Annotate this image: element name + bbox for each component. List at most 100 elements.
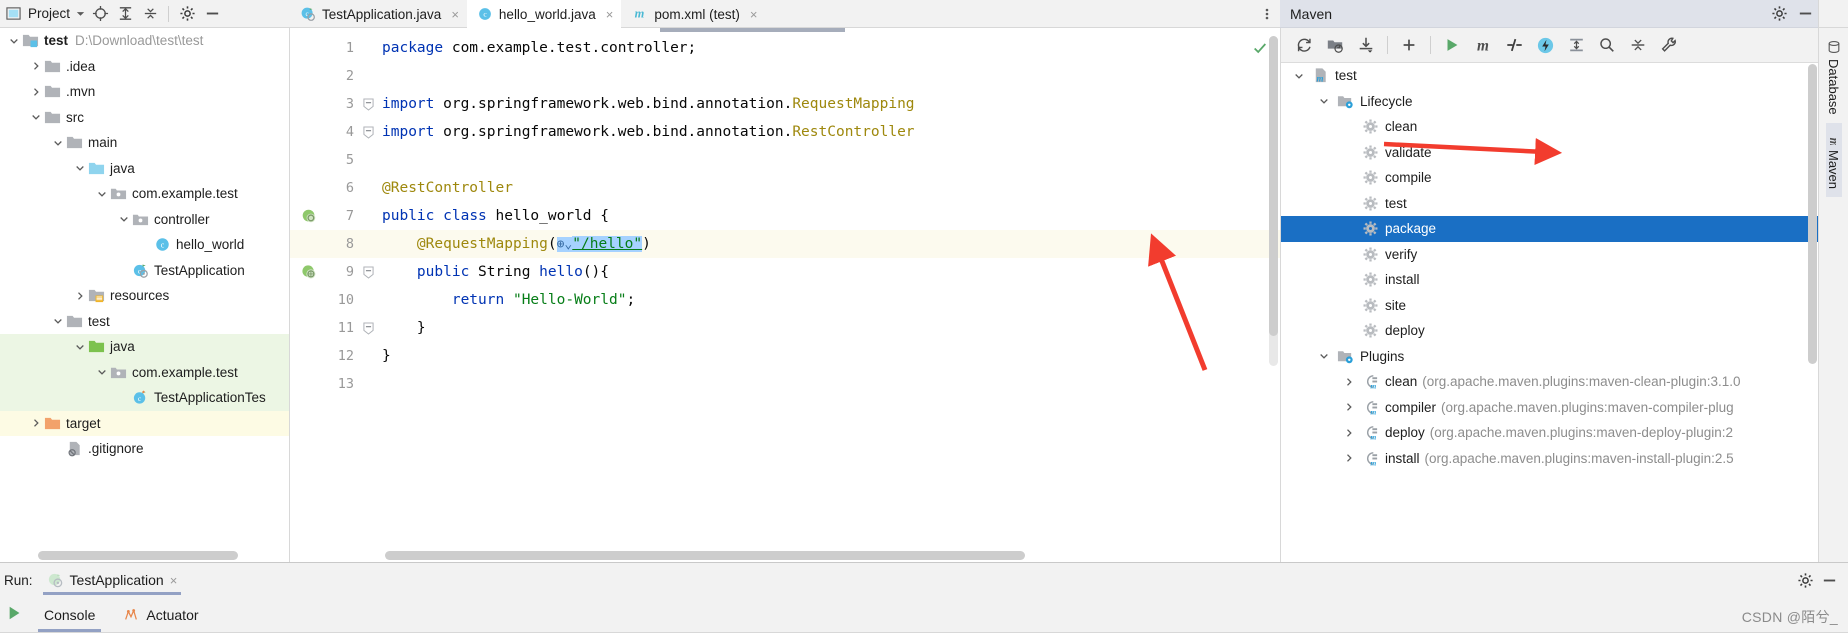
- rail-item-maven[interactable]: m Maven: [1825, 122, 1842, 197]
- project-tree-panel[interactable]: test D:\Download\test\test .idea .mvn src mai…: [0, 28, 290, 562]
- editor-vertical-scrollbar[interactable]: [1269, 36, 1278, 336]
- editor-tab-testapplication[interactable]: c TestApplication.java ×: [290, 0, 467, 28]
- download-sources-icon[interactable]: [1351, 31, 1381, 59]
- fold-minus-icon[interactable]: [354, 125, 382, 139]
- maven-tree-item[interactable]: verify: [1281, 242, 1818, 268]
- maven-tree-item[interactable]: m test: [1281, 63, 1818, 89]
- expand-all-icon[interactable]: [114, 3, 136, 25]
- minimize-icon[interactable]: [1818, 569, 1840, 591]
- spring-url-icon[interactable]: [298, 264, 320, 281]
- chevron-down-icon[interactable]: [28, 112, 43, 122]
- chevron-right-icon[interactable]: [28, 87, 43, 97]
- maven-tree-item[interactable]: test: [1281, 191, 1818, 217]
- chevron-down-icon[interactable]: [50, 316, 65, 326]
- code-line[interactable]: 5: [290, 146, 1280, 174]
- maven-tree-item[interactable]: clean: [1281, 114, 1818, 140]
- project-tree-item[interactable]: java: [0, 156, 289, 182]
- project-tree-item[interactable]: c TestApplication: [0, 258, 289, 284]
- fold-minus-icon[interactable]: [354, 265, 382, 279]
- chevron-down-icon[interactable]: [6, 36, 21, 46]
- project-tree-item[interactable]: main: [0, 130, 289, 156]
- code-line[interactable]: 9 public String hello(){: [290, 258, 1280, 286]
- project-tree-item[interactable]: c hello_world: [0, 232, 289, 258]
- expand-collapse-icon[interactable]: [1561, 31, 1591, 59]
- maven-tree-item[interactable]: m deploy (org.apache.maven.plugins:maven-d…: [1281, 420, 1818, 446]
- maven-tree-item[interactable]: m clean (org.apache.maven.plugins:maven-cl…: [1281, 369, 1818, 395]
- chevron-right-icon[interactable]: [28, 418, 43, 428]
- maven-m-icon[interactable]: m: [1468, 31, 1498, 59]
- code-line[interactable]: 13: [290, 370, 1280, 398]
- add-icon[interactable]: [1394, 31, 1424, 59]
- chevron-right-icon[interactable]: [28, 61, 43, 71]
- project-tree-item[interactable]: test D:\Download\test\test: [0, 28, 289, 54]
- reload-all-projects-icon[interactable]: [1289, 31, 1319, 59]
- chevron-down-icon[interactable]: [94, 367, 109, 377]
- fold-minus-icon[interactable]: [354, 97, 382, 111]
- collapse-all-icon[interactable]: [139, 3, 161, 25]
- maven-tree[interactable]: m test Lifecycle clean validate compile test pa…: [1281, 63, 1818, 471]
- maven-tree-item[interactable]: install: [1281, 267, 1818, 293]
- web-endpoint-icon[interactable]: ⊕⌄: [556, 237, 573, 252]
- chevron-down-icon[interactable]: [75, 8, 86, 19]
- collapse-all-icon[interactable]: [1623, 31, 1653, 59]
- chevron-right-icon[interactable]: [1339, 453, 1359, 463]
- search-icon[interactable]: [1592, 31, 1622, 59]
- run-config-tab[interactable]: TestApplication ×: [39, 563, 186, 597]
- rerun-icon[interactable]: [0, 597, 30, 633]
- project-tree-item[interactable]: src: [0, 105, 289, 131]
- close-icon[interactable]: ×: [750, 7, 758, 22]
- maven-tree-item[interactable]: validate: [1281, 140, 1818, 166]
- toggle-skip-tests-icon[interactable]: [1499, 31, 1529, 59]
- settings-gear-icon[interactable]: [176, 3, 198, 25]
- code-line[interactable]: 7 public class hello_world {: [290, 202, 1280, 230]
- chevron-down-icon[interactable]: [72, 163, 87, 173]
- code-line[interactable]: 10 return "Hello-World";: [290, 286, 1280, 314]
- project-tree-item[interactable]: .idea: [0, 54, 289, 80]
- project-horizontal-scrollbar[interactable]: [38, 551, 238, 560]
- subtab-console[interactable]: Console: [30, 597, 109, 633]
- maven-vertical-scrollbar[interactable]: [1808, 64, 1817, 364]
- chevron-right-icon[interactable]: [1339, 428, 1359, 438]
- project-tree-item[interactable]: target: [0, 410, 289, 436]
- chevron-right-icon[interactable]: [1339, 377, 1359, 387]
- settings-gear-icon[interactable]: [1794, 569, 1816, 591]
- close-icon[interactable]: ×: [606, 7, 614, 22]
- code-line[interactable]: 3 import org.springframework.web.bind.ann…: [290, 90, 1280, 118]
- chevron-down-icon[interactable]: [1314, 96, 1334, 106]
- code-line[interactable]: 2: [290, 62, 1280, 90]
- chevron-right-icon[interactable]: [72, 291, 87, 301]
- settings-gear-icon[interactable]: [1766, 1, 1792, 27]
- maven-tree-item[interactable]: Lifecycle: [1281, 89, 1818, 115]
- locate-icon[interactable]: [89, 3, 111, 25]
- maven-tree-item[interactable]: m install (org.apache.maven.plugins:maven-…: [1281, 446, 1818, 472]
- editor-tab-hello-world[interactable]: c hello_world.java ×: [466, 0, 622, 28]
- chevron-down-icon[interactable]: [94, 189, 109, 199]
- maven-tree-item[interactable]: deploy: [1281, 318, 1818, 344]
- code-line[interactable]: 4 import org.springframework.web.bind.ann…: [290, 118, 1280, 146]
- hide-panel-icon[interactable]: [201, 3, 223, 25]
- maven-tree-item[interactable]: Plugins: [1281, 344, 1818, 370]
- code-line[interactable]: 11 }: [290, 314, 1280, 342]
- chevron-down-icon[interactable]: [72, 342, 87, 352]
- more-vertical-icon[interactable]: [1254, 0, 1280, 27]
- code-line[interactable]: 12}: [290, 342, 1280, 370]
- settings-wrench-icon[interactable]: [1654, 31, 1684, 59]
- project-tree-item[interactable]: com.example.test: [0, 181, 289, 207]
- project-tree-item[interactable]: test: [0, 309, 289, 335]
- chevron-down-icon[interactable]: [1289, 71, 1309, 81]
- subtab-actuator[interactable]: Actuator: [109, 597, 212, 633]
- execute-goal-icon[interactable]: [1530, 31, 1560, 59]
- project-panel-title[interactable]: Project: [28, 6, 70, 21]
- close-icon[interactable]: ×: [170, 573, 178, 588]
- project-tree-item[interactable]: controller: [0, 207, 289, 233]
- editor-tab-pom-xml[interactable]: m pom.xml (test) ×: [621, 0, 765, 28]
- chevron-right-icon[interactable]: [1339, 402, 1359, 412]
- maven-tree-item[interactable]: compile: [1281, 165, 1818, 191]
- editor-horizontal-scrollbar[interactable]: [385, 551, 1025, 560]
- project-tree-item[interactable]: com.example.test: [0, 359, 289, 385]
- close-icon[interactable]: ×: [451, 7, 459, 22]
- fold-minus-icon[interactable]: [354, 321, 382, 335]
- chevron-down-icon[interactable]: [50, 138, 65, 148]
- maven-tree-item[interactable]: m compiler (org.apache.maven.plugins:maven…: [1281, 395, 1818, 421]
- project-tree-item[interactable]: c TestApplicationTes: [0, 385, 289, 411]
